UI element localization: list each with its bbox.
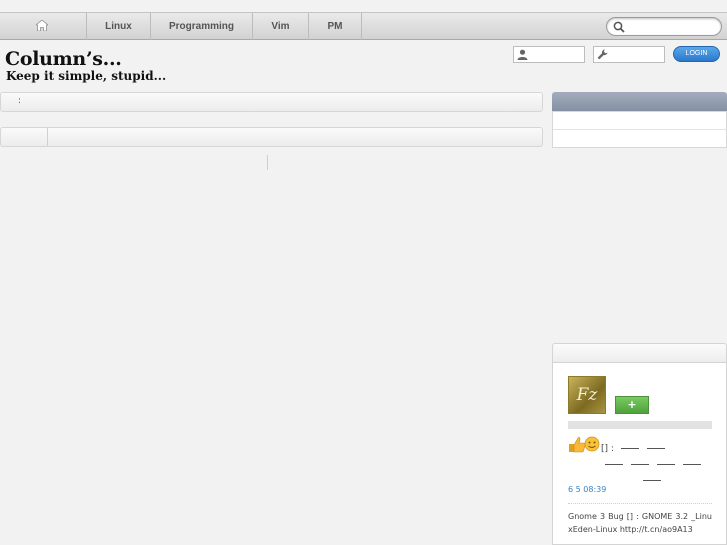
column-divider [267, 155, 268, 170]
breadcrumb-text: : [18, 96, 22, 106]
sidebar-box [552, 111, 727, 148]
nav-home[interactable] [0, 13, 87, 40]
site-tagline: Keep it simple, stupid... [6, 69, 167, 83]
weibo-widget: Fz + [] : 6 5 08:39 Gnome 3 Bug [] : GNO… [552, 363, 727, 545]
post-meta-text: [] : [601, 444, 614, 454]
nav-item-vim[interactable]: Vim [253, 13, 309, 40]
follow-button[interactable]: + [615, 396, 649, 414]
username-field[interactable] [513, 46, 585, 63]
top-nav-bar: Linux Programming Vim PM [0, 12, 727, 40]
username-placeholder [568, 421, 712, 429]
password-field[interactable] [593, 46, 665, 63]
post-meta: [] : [601, 441, 711, 489]
thumbs-up-emoji-icon [569, 436, 600, 453]
sidebar-separator [553, 129, 726, 130]
post-tab-bar [0, 127, 543, 147]
login-button[interactable]: LOGIN [673, 46, 720, 62]
wrench-icon [597, 49, 608, 60]
search-icon [613, 21, 625, 33]
post-text: Gnome 3 Bug [] : GNOME 3.2 _LinuxEden-Li… [568, 512, 712, 534]
nav-item-linux[interactable]: Linux [87, 13, 151, 40]
sidebar-header [552, 92, 727, 111]
home-icon [36, 20, 48, 31]
site-title[interactable]: Column’s... [5, 48, 122, 70]
nav-item-programming[interactable]: Programming [151, 13, 253, 40]
post-separator [568, 503, 712, 504]
post-timestamp[interactable]: 6 5 08:39 [568, 485, 606, 494]
nav-item-pm[interactable]: PM [309, 13, 362, 40]
user-icon [517, 49, 528, 60]
avatar[interactable]: Fz [568, 376, 606, 414]
search-input[interactable] [606, 17, 722, 36]
breadcrumb-bar: : [0, 92, 543, 112]
tab-divider [47, 128, 48, 146]
weibo-widget-header [552, 343, 727, 363]
